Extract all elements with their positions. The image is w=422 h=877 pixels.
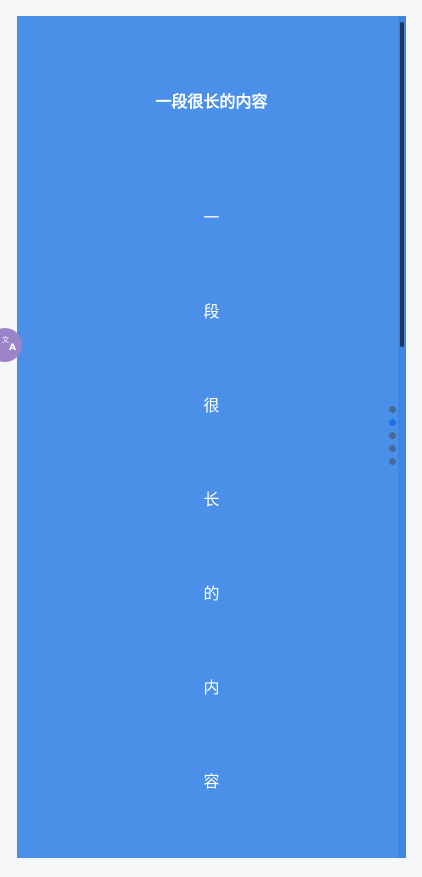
content-panel[interactable]: 一段很长的内容 一 段 很 长 的 内 容 [17,16,406,858]
page: 一段很长的内容 一 段 很 长 的 内 容 文 A [0,0,422,877]
page-dot[interactable] [389,445,396,452]
content-char: 容 [203,772,220,791]
scrollbar-track[interactable] [398,16,406,858]
page-dot[interactable] [389,406,396,413]
content-char: 长 [203,490,220,509]
page-indicator [389,406,396,471]
content-title: 一段很长的内容 [155,92,268,111]
scrollbar-thumb[interactable] [400,22,404,347]
page-dot-active[interactable] [389,419,396,426]
content-char: 的 [203,584,220,603]
content-char: 很 [203,396,220,415]
svg-text:A: A [9,343,16,351]
content-char: 一 [203,208,220,227]
page-dot[interactable] [389,432,396,439]
translate-icon: 文 A [2,335,18,355]
page-dot[interactable] [389,458,396,465]
svg-text:文: 文 [2,335,9,344]
content-char: 段 [203,302,220,321]
content-char: 内 [203,678,220,697]
